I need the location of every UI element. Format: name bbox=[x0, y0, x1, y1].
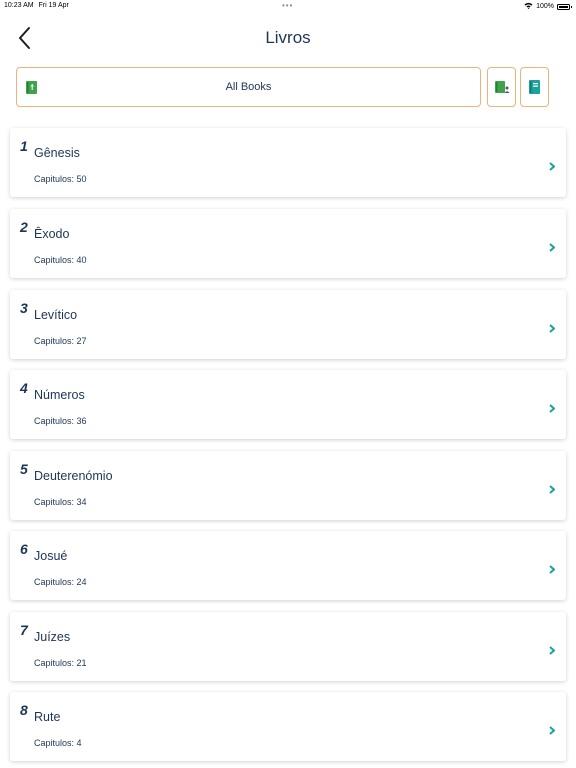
page-title: Livros bbox=[265, 28, 311, 47]
filter-label: All Books bbox=[225, 81, 272, 93]
chevron-right-icon bbox=[549, 320, 556, 333]
book-number: 6 bbox=[20, 541, 28, 557]
battery-icon bbox=[557, 3, 572, 10]
book-name: Juízes bbox=[34, 630, 71, 644]
book-chapters: Capitulos: 4 bbox=[34, 738, 82, 748]
book-row-levitico[interactable]: 3 Levítico Capitulos: 27 bbox=[10, 290, 566, 359]
book-name: Josué bbox=[34, 549, 68, 563]
book-number: 4 bbox=[20, 380, 28, 396]
book-row-josue[interactable]: 6 Josué Capitulos: 24 bbox=[10, 531, 566, 600]
book-row-genesis[interactable]: 1 Gênesis Capitulos: 50 bbox=[10, 128, 566, 197]
chevron-right-icon bbox=[549, 481, 556, 494]
book-chapters: Capitulos: 27 bbox=[34, 336, 87, 346]
book-name: Êxodo bbox=[34, 227, 70, 241]
chevron-right-icon bbox=[549, 239, 556, 252]
book-name: Gênesis bbox=[34, 146, 80, 160]
book-row-deuteronomio[interactable]: 5 Deuterenómio Capitulos: 34 bbox=[10, 451, 566, 520]
book-chapters: Capitulos: 34 bbox=[34, 497, 87, 507]
book-row-rute[interactable]: 8 Rute Capitulos: 4 bbox=[10, 692, 566, 761]
book-chapters: Capitulos: 24 bbox=[34, 577, 87, 587]
book-name: Números bbox=[34, 388, 85, 402]
book-person-button[interactable] bbox=[487, 67, 516, 107]
book-number: 2 bbox=[20, 219, 28, 235]
chevron-right-icon bbox=[549, 722, 556, 735]
chevron-right-icon bbox=[549, 642, 556, 655]
book-number: 3 bbox=[20, 300, 28, 316]
battery-percent: 100% bbox=[536, 3, 554, 10]
book-number: 7 bbox=[20, 622, 28, 638]
book-button[interactable] bbox=[520, 67, 549, 107]
nav-bar: Livros bbox=[0, 18, 576, 58]
chevron-right-icon bbox=[549, 400, 556, 413]
book-chapters: Capitulos: 21 bbox=[34, 658, 87, 668]
book-row-exodo[interactable]: 2 Êxodo Capitulos: 40 bbox=[10, 209, 566, 278]
book-filter-select[interactable]: All Books bbox=[16, 67, 481, 107]
book-name: Deuterenómio bbox=[34, 469, 113, 483]
status-bar: 10:23 AM Fri 19 Apr ••• 100% bbox=[0, 0, 576, 12]
status-date: Fri 19 Apr bbox=[38, 2, 69, 9]
book-chapters: Capitulos: 50 bbox=[34, 174, 87, 184]
status-time: 10:23 AM bbox=[4, 2, 34, 9]
filter-row: All Books bbox=[0, 67, 576, 109]
book-chapters: Capitulos: 40 bbox=[34, 255, 87, 265]
chevron-right-icon bbox=[549, 561, 556, 574]
book-chapters: Capitulos: 36 bbox=[34, 416, 87, 426]
book-row-numeros[interactable]: 4 Números Capitulos: 36 bbox=[10, 370, 566, 439]
book-number: 1 bbox=[20, 138, 28, 154]
chevron-right-icon bbox=[549, 158, 556, 171]
wifi-icon bbox=[524, 2, 533, 11]
book-number: 8 bbox=[20, 702, 28, 718]
book-name: Rute bbox=[34, 710, 61, 724]
book-number: 5 bbox=[20, 461, 28, 477]
book-row-juizes[interactable]: 7 Juízes Capitulos: 21 bbox=[10, 612, 566, 681]
book-name: Levítico bbox=[34, 308, 78, 322]
multitasking-dots[interactable]: ••• bbox=[282, 1, 293, 10]
